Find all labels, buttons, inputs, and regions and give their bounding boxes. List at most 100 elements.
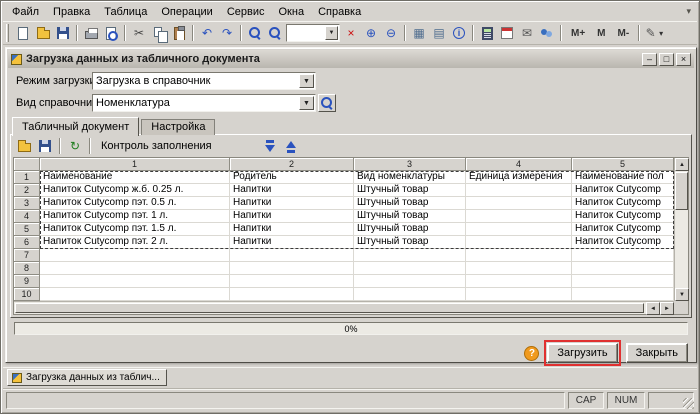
row-header[interactable]: 7 — [14, 249, 40, 262]
calculator-button[interactable] — [477, 24, 497, 43]
table-cell[interactable] — [230, 288, 354, 301]
print-preview-button[interactable] — [101, 24, 121, 43]
table-cell[interactable]: Напитки — [230, 236, 354, 249]
column-header[interactable]: 5 — [572, 158, 674, 171]
table-cell[interactable] — [354, 275, 466, 288]
find-button[interactable] — [245, 24, 265, 43]
table-cell[interactable]: Вид номенклатуры — [354, 171, 466, 184]
menu-item-5[interactable]: Сервис — [220, 4, 272, 20]
table-cell[interactable]: Штучный товар — [354, 223, 466, 236]
vertical-scrollbar[interactable]: ▲ ▼ — [674, 158, 689, 301]
row-header[interactable]: 8 — [14, 262, 40, 275]
table-cell[interactable]: Напиток Cutycomp пэт. 0.5 л. — [40, 197, 230, 210]
table-cell[interactable] — [354, 262, 466, 275]
table-cell[interactable]: Напиток Cutycomp ж.б. 0.25 л. — [40, 184, 230, 197]
tools-dropdown-button[interactable]: ✎ ▾ — [643, 24, 664, 43]
table-cell[interactable] — [466, 249, 572, 262]
table-cell[interactable]: Напиток Cutycomp пэт. 2 л. — [40, 236, 230, 249]
table-cell[interactable]: Напиток Cutycomp — [572, 223, 674, 236]
table-cell[interactable] — [572, 249, 674, 262]
save-file-button[interactable] — [35, 137, 55, 156]
memory-minus-button[interactable]: M- — [612, 24, 636, 42]
load-mode-select[interactable]: Загрузка в справочник ▼ — [92, 72, 316, 90]
table-cell[interactable]: Напиток Cutycomp — [572, 236, 674, 249]
menu-item-6[interactable]: Окна — [272, 4, 312, 20]
toolbar-grip[interactable] — [6, 24, 9, 42]
refresh-button[interactable]: ↻ — [65, 137, 85, 156]
chevron-down-icon[interactable]: ▼ — [299, 74, 314, 88]
vertical-scroll-thumb[interactable] — [675, 172, 688, 210]
clear-search-button[interactable]: × — [341, 24, 361, 43]
table-cell[interactable] — [572, 262, 674, 275]
zoom-out-button[interactable]: ⊖ — [381, 24, 401, 43]
table-cell[interactable] — [466, 262, 572, 275]
table-cell[interactable]: Напиток Cutycomp — [572, 197, 674, 210]
chevron-down-icon[interactable]: ▼ — [299, 96, 314, 110]
table-cell[interactable]: Единица измерения — [466, 171, 572, 184]
zoom-in-button[interactable]: ⊕ — [361, 24, 381, 43]
table-cell[interactable]: Наименование — [40, 171, 230, 184]
catalog-kind-select[interactable]: Номенклатура ▼ — [92, 94, 316, 112]
table-cell[interactable] — [572, 288, 674, 301]
vertical-scroll-track[interactable] — [675, 171, 688, 288]
row-header[interactable]: 9 — [14, 275, 40, 288]
table-cell[interactable]: Напиток Cutycomp пэт. 1.5 л. — [40, 223, 230, 236]
copy-button[interactable] — [149, 24, 169, 43]
find-next-button[interactable] — [265, 24, 285, 43]
table-cell[interactable]: Напиток Cutycomp — [572, 184, 674, 197]
memory-recall-button[interactable]: M — [591, 24, 611, 42]
scroll-right-icon[interactable]: ► — [660, 302, 674, 315]
catalog-lookup-button[interactable] — [318, 94, 336, 112]
print-button[interactable] — [81, 24, 101, 43]
row-header[interactable]: 10 — [14, 288, 40, 301]
chevron-down-icon[interactable]: ▾ — [686, 6, 691, 17]
scroll-up-icon[interactable]: ▲ — [675, 158, 689, 171]
paste-button[interactable] — [169, 24, 189, 43]
table-cell[interactable]: Напиток Cutycomp — [572, 210, 674, 223]
table-cell[interactable]: Наименование пол — [572, 171, 674, 184]
row-header[interactable]: 6 — [14, 236, 40, 249]
open-button[interactable] — [33, 24, 53, 43]
horizontal-scroll-track[interactable] — [14, 302, 646, 314]
row-header[interactable]: 4 — [14, 210, 40, 223]
table-cell[interactable]: Штучный товар — [354, 197, 466, 210]
menu-item-7[interactable]: Справка — [311, 4, 368, 20]
table-cell[interactable] — [466, 223, 572, 236]
column-header[interactable]: 4 — [466, 158, 572, 171]
table-cell[interactable] — [466, 236, 572, 249]
help-button[interactable]: ? — [524, 345, 540, 361]
scroll-left-icon[interactable]: ◄ — [646, 302, 660, 315]
new-document-button[interactable] — [13, 24, 33, 43]
menu-item-3[interactable]: Таблица — [97, 4, 154, 20]
row-header[interactable]: 3 — [14, 197, 40, 210]
load-button[interactable]: Загрузить — [547, 343, 618, 363]
cut-button[interactable]: ✂ — [129, 24, 149, 43]
row-header[interactable]: 2 — [14, 184, 40, 197]
table-cell[interactable]: Штучный товар — [354, 184, 466, 197]
table-cell[interactable] — [40, 262, 230, 275]
column-header[interactable]: 3 — [354, 158, 466, 171]
row-header[interactable]: 5 — [14, 223, 40, 236]
users-button[interactable] — [537, 24, 557, 43]
table-cell[interactable]: Напиток Cutycomp пэт. 1 л. — [40, 210, 230, 223]
table-cell[interactable]: Штучный товар — [354, 210, 466, 223]
close-button[interactable]: × — [676, 52, 691, 66]
memory-plus-button[interactable]: M+ — [565, 24, 591, 42]
table-cell[interactable] — [466, 184, 572, 197]
row-header[interactable]: 1 — [14, 171, 40, 184]
menu-item-4[interactable]: Операции — [154, 4, 219, 20]
horizontal-scroll-thumb[interactable] — [15, 303, 644, 313]
table-cell[interactable] — [354, 249, 466, 262]
table-cell[interactable] — [354, 288, 466, 301]
fill-control-button[interactable]: Контроль заполнения — [95, 137, 218, 155]
column-header[interactable]: 1 — [40, 158, 230, 171]
table-cell[interactable] — [466, 275, 572, 288]
table-cell[interactable] — [230, 249, 354, 262]
maximize-button[interactable]: □ — [659, 52, 674, 66]
table-cell[interactable] — [466, 197, 572, 210]
horizontal-scrollbar[interactable]: ◄ ► — [14, 301, 674, 315]
tab-settings[interactable]: Настройка — [141, 119, 216, 135]
undo-button[interactable]: ↶ — [197, 24, 217, 43]
table-cell[interactable] — [40, 275, 230, 288]
scroll-down-icon[interactable]: ▼ — [675, 288, 689, 301]
